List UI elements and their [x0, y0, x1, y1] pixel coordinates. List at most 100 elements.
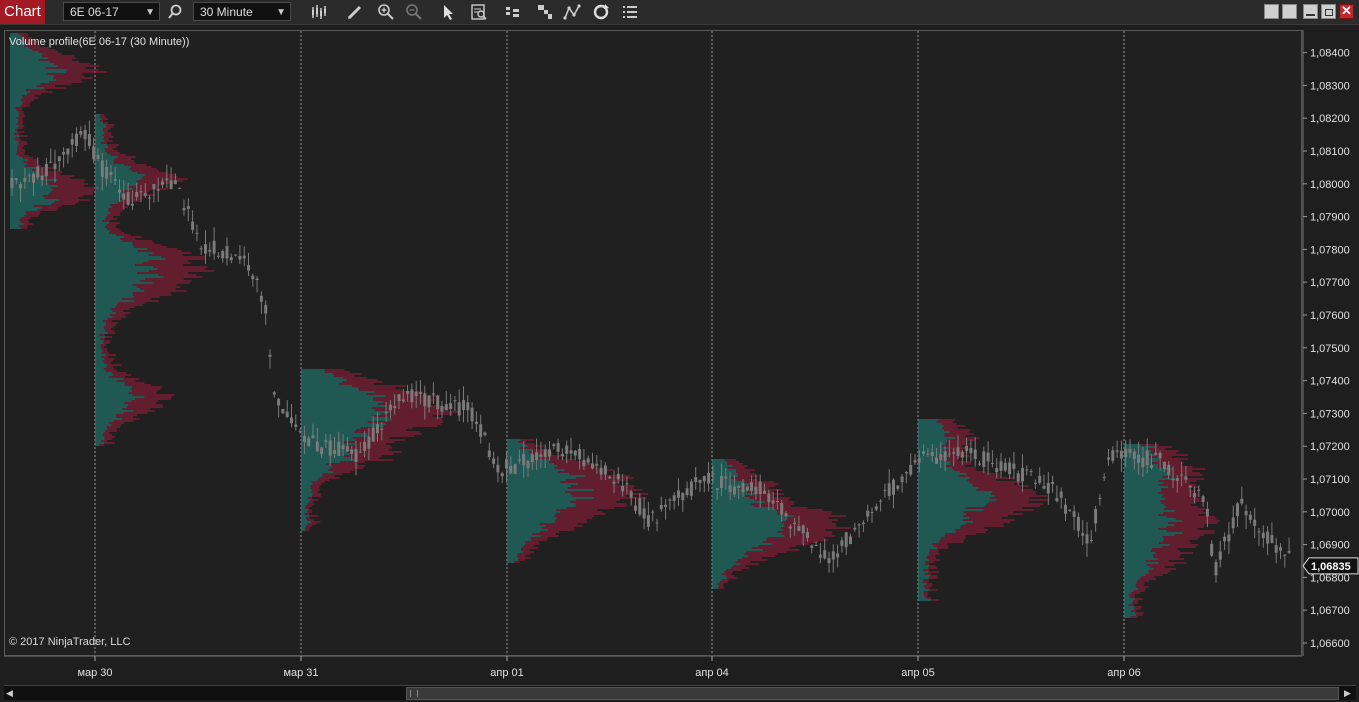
- candle-body: [130, 203, 134, 206]
- candle-body: [234, 254, 238, 256]
- candle-body: [694, 477, 698, 483]
- candle-body: [492, 458, 496, 464]
- candle-body: [1201, 496, 1205, 503]
- indicator-icon[interactable]: [536, 3, 554, 21]
- candle-body: [732, 486, 736, 495]
- tile-icon[interactable]: [1264, 4, 1279, 19]
- candle-body: [1283, 554, 1287, 556]
- price-tick-label: 1,07700: [1310, 277, 1350, 289]
- pencil-icon[interactable]: [346, 3, 364, 21]
- reload-icon[interactable]: [592, 3, 610, 21]
- candle-body: [810, 545, 814, 548]
- candle-body: [427, 396, 431, 408]
- price-axis[interactable]: 1,08400 1,08300 1,08200 1,08100 1,08000 1,079…: [1302, 30, 1359, 656]
- price-tick-label: 1,08400: [1310, 48, 1350, 60]
- minimize-icon[interactable]: [1303, 4, 1318, 19]
- candle-body: [844, 532, 848, 548]
- candle-body: [646, 515, 650, 527]
- price-tick-label: 1,06600: [1310, 638, 1350, 650]
- candle-body: [229, 257, 233, 261]
- candle-body: [973, 449, 977, 460]
- timeframe-selector[interactable]: 30 Minute ▼: [193, 2, 291, 21]
- candle-body: [1154, 452, 1158, 455]
- candle-body: [152, 184, 156, 189]
- candle-body: [1223, 536, 1227, 542]
- date-tick-label: мар 30: [77, 667, 112, 679]
- time-axis[interactable]: мар 30 мар 31 апр 01 апр 04 апр 05 апр 06: [0, 655, 1359, 684]
- restore-icon[interactable]: [1321, 4, 1336, 19]
- drawing-tools-icon[interactable]: [563, 3, 581, 21]
- candle-body: [431, 393, 435, 395]
- candle-body: [702, 475, 706, 482]
- chevron-down-icon: ▼: [276, 7, 286, 18]
- candle-body: [500, 473, 504, 477]
- candle-body: [698, 479, 702, 483]
- tile-icon[interactable]: [1282, 4, 1297, 19]
- candle-body: [470, 407, 474, 422]
- candle-body: [513, 464, 517, 474]
- candle-body: [376, 424, 379, 434]
- candle-body: [384, 412, 388, 414]
- candle-body: [1167, 464, 1171, 476]
- candle-body: [535, 452, 539, 461]
- candle-body: [943, 451, 947, 461]
- candle-body: [165, 178, 169, 181]
- date-tick-label: апр 04: [695, 667, 728, 679]
- candle-body: [638, 498, 642, 515]
- candle-body: [358, 451, 362, 453]
- candle-body: [1193, 493, 1196, 498]
- data-box-icon[interactable]: [470, 3, 488, 21]
- close-icon[interactable]: ✕: [1339, 3, 1354, 19]
- candle-body: [1266, 531, 1270, 544]
- candle-body: [1150, 465, 1153, 468]
- candle-body: [591, 463, 594, 469]
- date-tick-label: апр 06: [1107, 667, 1140, 679]
- pointer-icon[interactable]: [439, 3, 457, 21]
- candle-body: [66, 148, 70, 155]
- candle-body: [750, 482, 754, 491]
- scrollbar-thumb[interactable]: [406, 687, 1339, 700]
- candle-body: [118, 189, 121, 193]
- candle-body: [337, 441, 341, 456]
- candle-body: [909, 464, 913, 475]
- list-icon[interactable]: [621, 3, 639, 21]
- candle-body: [509, 465, 513, 474]
- candle-body: [496, 464, 500, 473]
- candle-body: [827, 558, 831, 564]
- candle-body: [294, 424, 298, 427]
- scroll-left-icon[interactable]: ◀: [6, 688, 13, 699]
- candle-body: [982, 451, 986, 467]
- candle-body: [345, 445, 349, 452]
- candle-body: [1124, 448, 1128, 457]
- strategy-icon[interactable]: [504, 3, 522, 21]
- candle-body: [79, 131, 83, 135]
- instrument-selector[interactable]: 6E 06-17 ▼: [63, 2, 160, 21]
- candle-body: [1257, 531, 1261, 533]
- bar-type-icon[interactable]: [310, 3, 328, 21]
- candle-body: [548, 449, 551, 457]
- horizontal-scrollbar[interactable]: ◀ ▶: [4, 685, 1356, 700]
- candle-body: [191, 221, 195, 230]
- candle-body: [543, 449, 547, 458]
- candle-body: [199, 248, 203, 250]
- zoom-in-icon[interactable]: [377, 3, 395, 21]
- candle-body: [715, 488, 719, 491]
- date-tick-label: апр 05: [901, 667, 934, 679]
- candle-body: [212, 240, 216, 254]
- search-icon[interactable]: [166, 3, 184, 21]
- candle-body: [831, 551, 835, 560]
- candle-body: [728, 485, 732, 492]
- candle-body: [62, 151, 66, 155]
- zoom-out-icon[interactable]: [405, 3, 423, 21]
- candle-body: [1253, 519, 1257, 526]
- candle-body: [315, 441, 319, 452]
- candle-body: [793, 522, 797, 524]
- chart-tab[interactable]: Chart: [0, 0, 45, 24]
- candle-body: [853, 527, 857, 530]
- chart-plot-area[interactable]: [4, 30, 1302, 656]
- candle-body: [840, 540, 844, 546]
- candle-body: [836, 553, 840, 558]
- candle-body: [113, 179, 117, 181]
- candle-body: [388, 404, 392, 411]
- scroll-right-icon[interactable]: ▶: [1344, 688, 1351, 699]
